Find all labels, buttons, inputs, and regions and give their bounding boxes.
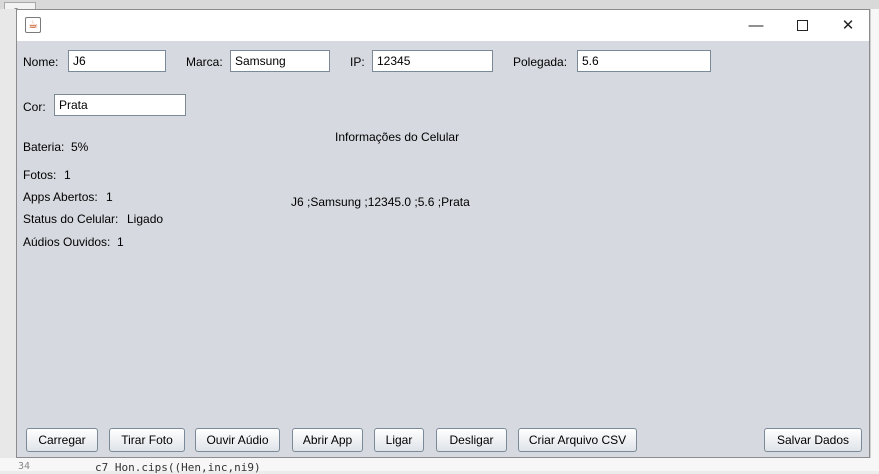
java-cup-icon: ☕ (25, 17, 41, 33)
background-gutter (0, 9, 16, 471)
cor-field[interactable]: Prata (54, 94, 186, 116)
background-line-number: 34 (18, 461, 31, 472)
marca-label: Marca: (186, 55, 223, 69)
ligar-button[interactable]: Ligar (374, 428, 424, 452)
apps-abertos-label: Apps Abertos: (23, 190, 98, 204)
tirar-foto-button[interactable]: Tirar Foto (109, 428, 185, 452)
minimize-button[interactable]: — (733, 10, 779, 41)
info-title: Informações do Celular (335, 130, 460, 144)
carregar-button[interactable]: Carregar (26, 428, 98, 452)
background-ide-panel (870, 9, 879, 471)
polegada-label: Polegada: (513, 55, 568, 69)
fotos-label: Fotos: (23, 168, 57, 182)
background-code-text: c7 Hon.cips((Hen,inc,ni9) (95, 461, 261, 474)
audios-label: Aúdios Ouvidos: (23, 235, 111, 249)
status-value: Ligado (127, 212, 164, 226)
bateria-label: Bateria: (23, 140, 65, 154)
nome-field[interactable]: J6 (68, 50, 166, 72)
apps-abertos-value: 1 (106, 190, 113, 204)
status-label: Status do Celular: (23, 212, 119, 226)
criar-csv-button[interactable]: Criar Arquivo CSV (518, 428, 637, 452)
maximize-button[interactable] (779, 10, 825, 41)
ip-field[interactable]: 12345 (372, 50, 493, 72)
cor-label: Cor: (23, 100, 46, 114)
bateria-value: 5% (71, 140, 89, 154)
title-bar[interactable]: ☕ — ✕ (17, 10, 869, 41)
nome-label: Nome: (23, 55, 59, 69)
audios-value: 1 (117, 235, 124, 249)
celular-summary: J6 ;Samsung ;12345.0 ;5.6 ;Prata (291, 195, 470, 209)
maximize-icon (796, 19, 808, 31)
fotos-value: 1 (64, 168, 71, 182)
celular-window: ☕ — ✕ Nome: J6 Marca: Samsung IP: 12345 … (16, 9, 870, 458)
polegada-field[interactable]: 5.6 (577, 50, 711, 72)
ouvir-audio-button[interactable]: Ouvir Aúdio (195, 428, 280, 452)
main-panel: Nome: J6 Marca: Samsung IP: 12345 Polega… (17, 41, 869, 457)
close-button[interactable]: ✕ (825, 10, 871, 41)
ip-label: IP: (350, 55, 365, 69)
salvar-dados-button[interactable]: Salvar Dados (764, 428, 862, 452)
abrir-app-button[interactable]: Abrir App (292, 428, 363, 452)
desligar-button[interactable]: Desligar (436, 428, 507, 452)
marca-field[interactable]: Samsung (230, 50, 330, 72)
